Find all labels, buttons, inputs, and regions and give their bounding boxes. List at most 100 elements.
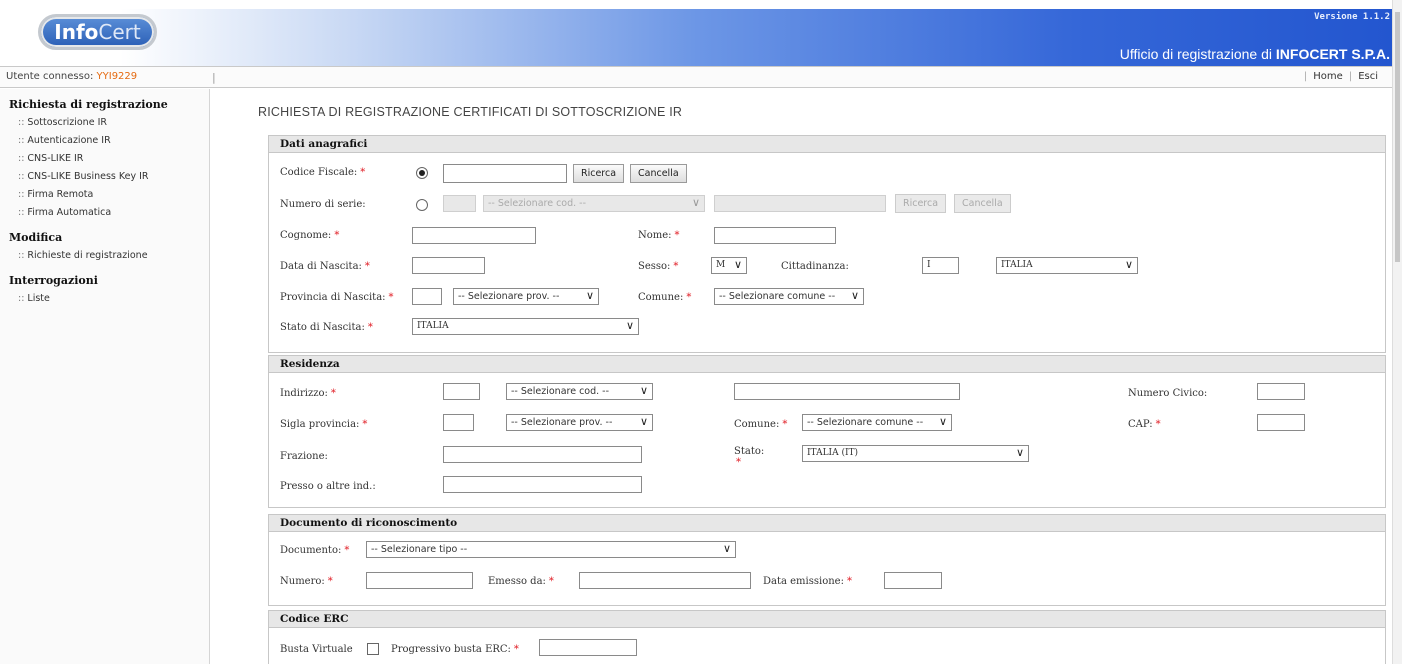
codice-fiscale-input[interactable] — [443, 164, 567, 183]
chevron-down-icon: ∨ — [639, 415, 648, 428]
numero-documento-label: Numero: * — [280, 576, 333, 587]
data-nascita-input[interactable] — [412, 257, 485, 274]
sidebar: Richiesta di registrazione Sottoscrizion… — [0, 89, 210, 664]
sidebar-group-title: Richiesta di registrazione — [9, 98, 168, 111]
cognome-input[interactable] — [412, 227, 536, 244]
section-residenza: Residenza — [268, 355, 1386, 508]
page-title: RICHIESTA DI REGISTRAZIONE CERTIFICATI D… — [258, 105, 683, 119]
provincia-nascita-label: Provincia di Nascita: * — [280, 292, 394, 303]
chevron-down-icon: ∨ — [850, 289, 859, 302]
numero-civico-label: Numero Civico: — [1128, 388, 1208, 399]
office-label: Ufficio di registrazione di INFOCERT S.P… — [1119, 46, 1390, 62]
scrollbar-thumb[interactable] — [1395, 12, 1400, 262]
chevron-down-icon: ∨ — [733, 258, 742, 271]
progressivo-busta-input[interactable] — [539, 639, 637, 656]
data-emissione-input[interactable] — [884, 572, 942, 589]
chevron-down-icon: ∨ — [585, 289, 594, 302]
header: InfoCert Versione 1.1.2 Ufficio di regis… — [0, 0, 1402, 66]
comune-nascita-select[interactable]: -- Selezionare comune -- ∨ — [714, 288, 864, 305]
comune-nascita-label: Comune: * — [638, 292, 692, 303]
numero-serie-label: Numero di serie: — [280, 199, 366, 210]
section-title: Dati anagrafici — [269, 136, 1385, 153]
page-scrollbar[interactable] — [1392, 0, 1402, 664]
sidebar-item-sottoscrizione-ir[interactable]: Sottoscrizione IR — [0, 114, 209, 132]
stato-residenza-select[interactable]: ITALIA (IT) ∨ — [802, 445, 1029, 462]
indirizzo-code-select[interactable]: -- Selezionare cod. -- ∨ — [506, 383, 653, 400]
busta-virtuale-checkbox[interactable] — [367, 643, 379, 655]
sidebar-item-liste[interactable]: Liste — [0, 290, 209, 308]
section-codice-erc: Codice ERC — [268, 610, 1386, 664]
frazione-input[interactable] — [443, 446, 642, 463]
cittadinanza-select[interactable]: ITALIA ∨ — [996, 257, 1138, 274]
cittadinanza-code-input[interactable]: I — [922, 257, 959, 274]
codice-fiscale-radio[interactable] — [416, 167, 428, 179]
codice-fiscale-label: Codice Fiscale: * — [280, 167, 366, 178]
section-title: Codice ERC — [269, 611, 1385, 628]
sigla-provincia-select[interactable]: -- Selezionare prov. -- ∨ — [506, 414, 653, 431]
indirizzo-code-input[interactable] — [443, 383, 480, 400]
cancella-button[interactable]: Cancella — [630, 164, 687, 183]
indirizzo-label: Indirizzo: * — [280, 388, 336, 399]
user-bar: Utente connesso: YYI9229 | | Home | Esci — [0, 66, 1392, 88]
nome-label: Nome: * — [638, 230, 680, 241]
serie-code-select[interactable]: -- Selezionare cod. -- ∨ — [483, 195, 705, 212]
presso-label: Presso o altre ind.: — [280, 481, 376, 492]
chevron-down-icon: ∨ — [938, 415, 947, 428]
serie-number-input[interactable] — [714, 195, 886, 212]
sidebar-group-title: Interrogazioni — [9, 274, 98, 287]
emesso-da-label: Emesso da: * — [488, 576, 554, 587]
chevron-down-icon: ∨ — [1015, 446, 1024, 459]
section-title: Residenza — [269, 356, 1385, 373]
chevron-down-icon: ∨ — [722, 542, 731, 555]
sidebar-item-richieste-registrazione[interactable]: Richieste di registrazione — [0, 247, 209, 265]
chevron-down-icon: ∨ — [625, 319, 634, 332]
version-label: Versione 1.1.2 — [1314, 12, 1390, 22]
sidebar-item-autenticazione-ir[interactable]: Autenticazione IR — [0, 132, 209, 150]
frazione-label: Frazione: — [280, 451, 328, 462]
sidebar-item-firma-automatica[interactable]: Firma Automatica — [0, 204, 209, 222]
stato-nascita-select[interactable]: ITALIA ∨ — [412, 318, 639, 335]
stato-nascita-label: Stato di Nascita: * — [280, 322, 373, 333]
numero-documento-input[interactable] — [366, 572, 473, 589]
sidebar-item-cns-like-business-key[interactable]: CNS-LIKE Business Key IR — [0, 168, 209, 186]
section-title: Documento di riconoscimento — [269, 515, 1385, 532]
emesso-da-input[interactable] — [579, 572, 751, 589]
numero-serie-radio[interactable] — [416, 199, 428, 211]
sidebar-item-cns-like-ir[interactable]: CNS-LIKE IR — [0, 150, 209, 168]
presso-input[interactable] — [443, 476, 642, 493]
indirizzo-input[interactable] — [734, 383, 960, 400]
sigla-provincia-label: Sigla provincia: * — [280, 419, 368, 430]
progressivo-busta-label: Progressivo busta ERC: * — [391, 644, 519, 655]
sidebar-item-firma-remota[interactable]: Firma Remota — [0, 186, 209, 204]
cittadinanza-label: Cittadinanza: — [781, 261, 849, 272]
chevron-down-icon: ∨ — [639, 384, 648, 397]
provincia-nascita-input[interactable] — [412, 288, 442, 305]
sesso-label: Sesso: * — [638, 261, 679, 272]
provincia-nascita-select[interactable]: -- Selezionare prov. -- ∨ — [453, 288, 599, 305]
numero-civico-input[interactable] — [1257, 383, 1305, 400]
sesso-select[interactable]: M ∨ — [711, 257, 747, 274]
comune-residenza-label: Comune: * — [734, 419, 788, 430]
cap-label: CAP: * — [1128, 419, 1161, 430]
serie-ricerca-button[interactable]: Ricerca — [895, 194, 947, 213]
sigla-provincia-input[interactable] — [443, 414, 474, 431]
comune-residenza-select[interactable]: -- Selezionare comune -- ∨ — [802, 414, 952, 431]
busta-virtuale-label: Busta Virtuale — [280, 644, 353, 655]
user-id: YYI9229 — [96, 71, 138, 82]
sidebar-group-title: Modifica — [9, 231, 63, 244]
chevron-down-icon: ∨ — [691, 196, 700, 209]
home-link[interactable]: Home — [1313, 71, 1343, 82]
exit-link[interactable]: Esci — [1358, 71, 1378, 82]
documento-label: Documento: * — [280, 545, 350, 556]
cognome-label: Cognome: * — [280, 230, 340, 241]
nome-input[interactable] — [714, 227, 836, 244]
top-links: | Home | Esci — [1303, 71, 1378, 82]
chevron-down-icon: ∨ — [1124, 258, 1133, 271]
serie-cancella-button[interactable]: Cancella — [954, 194, 1011, 213]
cap-input[interactable] — [1257, 414, 1305, 431]
connected-user: Utente connesso: YYI9229 — [6, 71, 138, 82]
serie-prefix-input[interactable] — [443, 195, 476, 212]
documento-tipo-select[interactable]: -- Selezionare tipo -- ∨ — [366, 541, 736, 558]
data-emissione-label: Data emissione: * — [763, 576, 852, 587]
ricerca-button[interactable]: Ricerca — [573, 164, 625, 183]
